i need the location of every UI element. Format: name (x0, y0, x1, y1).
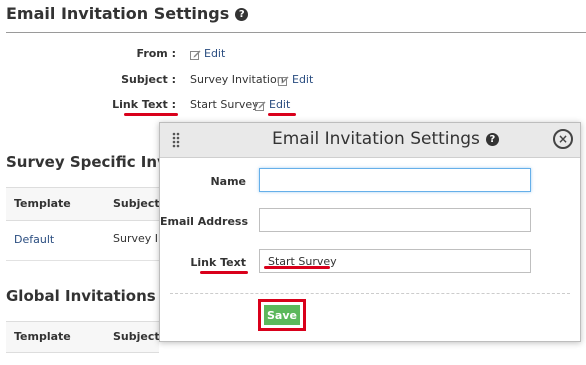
survey-table-bottom-rule (6, 260, 159, 261)
pencil-icon (190, 50, 201, 60)
modal-help-icon[interactable]: ? (485, 132, 499, 146)
subject-edit-link[interactable]: Edit (278, 73, 313, 86)
email-label: Email Address (160, 215, 249, 228)
link-text-value-highlight (264, 266, 330, 269)
survey-col-template: Template (14, 197, 71, 210)
page-title-text: Email Invitation Settings (6, 4, 230, 23)
title-divider (6, 32, 586, 33)
link-text-edit-link[interactable]: Edit (255, 98, 290, 111)
name-label: Name (210, 175, 246, 188)
global-col-subject: Subject (113, 330, 160, 343)
modal-link-text-label-highlight (200, 271, 248, 274)
help-icon[interactable]: ? (235, 8, 249, 21)
link-text-edit-text: Edit (269, 98, 291, 111)
subject-edit-text: Edit (292, 73, 314, 86)
modal-header[interactable]: Email Invitation Settings? × (160, 123, 580, 158)
edit-link-highlight (268, 113, 296, 116)
pencil-icon (278, 76, 289, 86)
close-icon[interactable]: × (553, 129, 573, 149)
global-col-template: Template (14, 330, 71, 343)
link-text-label: Link Text : (112, 98, 176, 111)
link-text-input[interactable] (259, 249, 531, 273)
save-button-highlight: Save (258, 299, 306, 331)
subject-value: Survey Invitation (190, 73, 284, 86)
from-edit-link[interactable]: Edit (190, 47, 225, 60)
from-edit-text: Edit (204, 47, 226, 60)
modal-title-text: Email Invitation Settings (272, 129, 480, 149)
drag-handle-icon[interactable] (172, 132, 180, 148)
save-button[interactable]: Save (264, 305, 300, 325)
pencil-icon (255, 101, 266, 111)
link-text-label-highlight (124, 113, 178, 116)
email-input[interactable] (259, 208, 531, 232)
link-text-value: Start Survey (190, 98, 259, 111)
modal-link-text-label: Link Text (190, 256, 246, 269)
survey-row-template[interactable]: Default (14, 233, 54, 246)
from-label: From : (136, 47, 176, 60)
modal-title: Email Invitation Settings? (272, 129, 499, 149)
modal-divider (170, 293, 570, 294)
survey-col-subject: Subject (113, 197, 160, 210)
survey-row-subject: Survey In (113, 232, 165, 245)
email-settings-modal: Email Invitation Settings? × Name Email … (159, 122, 581, 342)
global-section-title: Global Invitations (6, 287, 156, 305)
subject-label: Subject : (121, 73, 176, 86)
name-input[interactable] (259, 168, 531, 192)
page-title: Email Invitation Settings? (6, 4, 249, 23)
